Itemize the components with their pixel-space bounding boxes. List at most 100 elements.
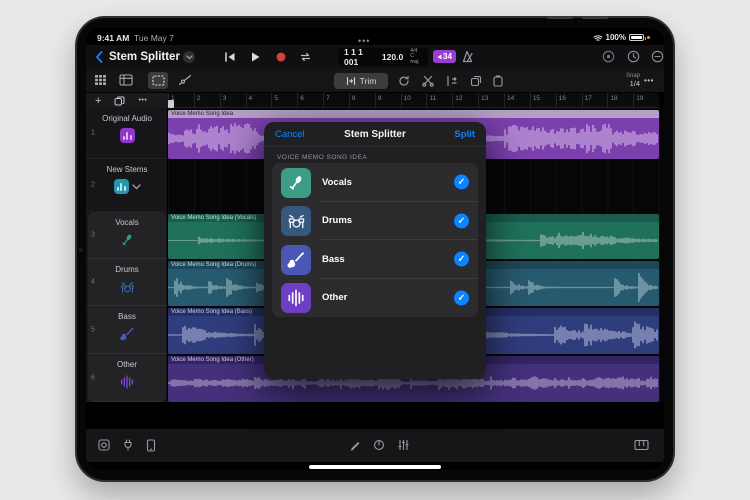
time-signature-key: 4/4C maj [410, 49, 422, 66]
scissors-icon[interactable] [422, 75, 434, 87]
stem-option-vocals[interactable]: Vocals ✓ [272, 163, 478, 202]
split-button[interactable]: Split [454, 129, 475, 140]
add-track-button[interactable]: + [95, 96, 101, 106]
automation-tool-icon[interactable] [178, 74, 192, 86]
paste-icon[interactable] [492, 75, 504, 87]
ruler-bar-number: 5 [271, 93, 297, 107]
bottom-toolbar [86, 428, 664, 462]
playhead-position: 1 1 1 001 [344, 47, 375, 67]
track-row-bass[interactable]: 5 Bass [86, 306, 168, 354]
lcd-display[interactable]: 1 1 1 001 120.0 4/4C maj [338, 48, 428, 66]
edit-more-icon[interactable]: ••• [644, 76, 654, 85]
edit-toolbar: Trim Snap1/4 ••• [86, 69, 664, 93]
waveform-icon [286, 288, 306, 308]
keyboard-icon[interactable] [634, 439, 649, 451]
battery-icon [629, 34, 644, 41]
ruler-bar-number: 2 [194, 93, 220, 107]
duplicate-icon[interactable] [114, 96, 125, 106]
volume-button [547, 16, 573, 19]
home-indicator[interactable] [309, 465, 441, 469]
front-camera [79, 248, 83, 252]
copy-icon[interactable] [470, 75, 482, 87]
ruler-bar-number: 7 [323, 93, 349, 107]
ruler-bar-number: 8 [349, 93, 375, 107]
track-name: Other [86, 360, 168, 369]
mixer-icon[interactable] [397, 439, 410, 451]
checkmark-icon[interactable]: ✓ [454, 175, 469, 190]
grid-view-icon[interactable] [94, 74, 107, 86]
pencil-icon[interactable] [349, 439, 361, 451]
page-background: 9:41 AM Tue May 7 ••• 100% Stem Splitter… [0, 0, 750, 500]
stem-option-drums[interactable]: Drums ✓ [272, 202, 478, 241]
volume-button [582, 16, 608, 19]
bass-guitar-icon [286, 250, 306, 270]
snap-setting[interactable]: Snap1/4 [604, 72, 640, 88]
ruler-bar-number: 18 [607, 93, 633, 107]
dialog-header: Cancel Stem Splitter Split [264, 122, 486, 147]
marquee-tool-icon[interactable] [148, 72, 168, 89]
split-tool-icon[interactable] [446, 75, 458, 87]
project-title: Stem Splitter [109, 51, 180, 63]
microphone-icon [119, 232, 135, 248]
ruler-bar-number: 17 [582, 93, 608, 107]
stem-option-bass[interactable]: Bass ✓ [272, 240, 478, 279]
devices-icon[interactable] [146, 439, 156, 452]
track-row-vocals[interactable]: 3 Vocals [86, 212, 168, 259]
ruler-bar-number: 11 [426, 93, 452, 107]
checkmark-icon[interactable]: ✓ [454, 213, 469, 228]
waveform-icon [119, 374, 135, 390]
ruler-bar-number: 9 [375, 93, 401, 107]
trim-button[interactable]: Trim [334, 73, 388, 89]
track-name: Drums [86, 265, 168, 274]
battery-percent: 100% [606, 33, 626, 42]
track-row-original-audio[interactable]: 1 Original Audio [86, 108, 168, 159]
ruler-bar-number: 12 [452, 93, 478, 107]
status-time: 9:41 AM Tue May 7 [97, 33, 174, 43]
ruler-bar-number: 4 [246, 93, 272, 107]
checkmark-icon[interactable]: ✓ [454, 290, 469, 305]
ruler-bar-number: 13 [478, 93, 504, 107]
loop-browser-icon[interactable] [98, 439, 110, 451]
track-more-icon[interactable]: ••• [138, 97, 147, 104]
ruler-bar-number: 3 [220, 93, 246, 107]
record-circle-icon[interactable] [602, 50, 615, 63]
charging-dot-icon [647, 36, 650, 39]
status-right: 100% [593, 33, 650, 42]
tracks-view-icon[interactable] [119, 74, 133, 86]
loop-icon[interactable] [398, 75, 410, 87]
skip-to-beginning-button[interactable] [224, 51, 236, 63]
logic-pro-screen: 9:41 AM Tue May 7 ••• 100% Stem Splitter… [86, 28, 664, 470]
microphone-icon [286, 173, 306, 193]
stem-label: Other [322, 279, 347, 318]
play-button[interactable] [249, 51, 261, 63]
playhead-marker[interactable] [168, 100, 174, 108]
stem-options-list: Vocals ✓ Drums ✓ Bass ✓ Other [272, 163, 478, 317]
chevron-down-icon[interactable] [132, 184, 141, 190]
back-chevron-icon[interactable] [95, 51, 103, 63]
track-name: New Stems [86, 165, 168, 174]
track-name: Vocals [86, 218, 168, 227]
bar-ruler[interactable]: 12345678910111213141516171819 [168, 93, 659, 108]
checkmark-icon[interactable]: ✓ [454, 252, 469, 267]
plugins-icon[interactable] [122, 439, 134, 451]
clock-icon[interactable] [627, 50, 640, 63]
cycle-button[interactable] [299, 51, 312, 63]
stem-option-other[interactable]: Other ✓ [272, 279, 478, 318]
region-label: Voice Memo Song Idea [168, 110, 659, 118]
knob-icon[interactable] [373, 439, 385, 451]
record-button[interactable] [275, 51, 287, 63]
status-date: Tue May 7 [134, 33, 174, 43]
stem-label: Drums [322, 202, 352, 241]
track-name: Original Audio [86, 114, 168, 123]
ruler-bar-number: 15 [530, 93, 556, 107]
title-chevron-down-icon[interactable] [183, 51, 195, 63]
track-row-drums[interactable]: 4 Drums [86, 259, 168, 306]
track-row-other[interactable]: 6 Other [86, 354, 168, 402]
metronome-icon[interactable] [462, 50, 475, 63]
count-badge[interactable]: 34 [433, 50, 456, 63]
waveform-badge-icon [120, 128, 135, 143]
bass-guitar-icon [119, 326, 135, 342]
ruler-bar-number: 16 [556, 93, 582, 107]
minus-circle-icon[interactable] [651, 50, 664, 63]
track-row-new-stems[interactable]: 2 New Stems [86, 159, 168, 212]
